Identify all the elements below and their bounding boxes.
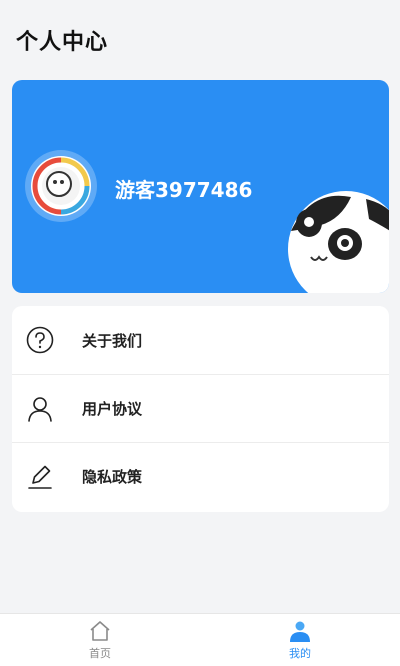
edit-pencil-icon <box>26 463 54 491</box>
avatar[interactable] <box>25 150 97 222</box>
username: 游客3977486 <box>115 178 253 202</box>
menu-item-label: 用户协议 <box>82 400 143 418</box>
tab-label: 首页 <box>89 647 111 660</box>
tab-home[interactable]: 首页 <box>0 614 200 666</box>
profile-card[interactable]: 游客3977486 <box>12 80 389 293</box>
tab-mine[interactable]: 我的 <box>200 614 400 666</box>
bottom-tab-bar: 首页 我的 <box>0 613 400 666</box>
tab-label: 我的 <box>289 647 311 660</box>
person-filled-icon <box>290 621 310 642</box>
menu-item-privacy-policy[interactable]: 隐私政策 <box>12 442 389 510</box>
page-title: 个人中心 <box>16 30 109 55</box>
question-circle-icon <box>26 326 54 354</box>
menu-item-user-agreement[interactable]: 用户协议 <box>12 374 389 442</box>
user-icon <box>26 395 54 423</box>
menu-item-label: 隐私政策 <box>82 468 143 486</box>
panda-mascot-icon <box>288 191 389 293</box>
avatar-image-icon <box>31 156 91 216</box>
menu-card: 关于我们 用户协议 隐私政策 <box>12 306 389 512</box>
menu-item-about-us[interactable]: 关于我们 <box>12 306 389 374</box>
menu-item-label: 关于我们 <box>82 331 143 350</box>
home-icon <box>90 621 110 641</box>
